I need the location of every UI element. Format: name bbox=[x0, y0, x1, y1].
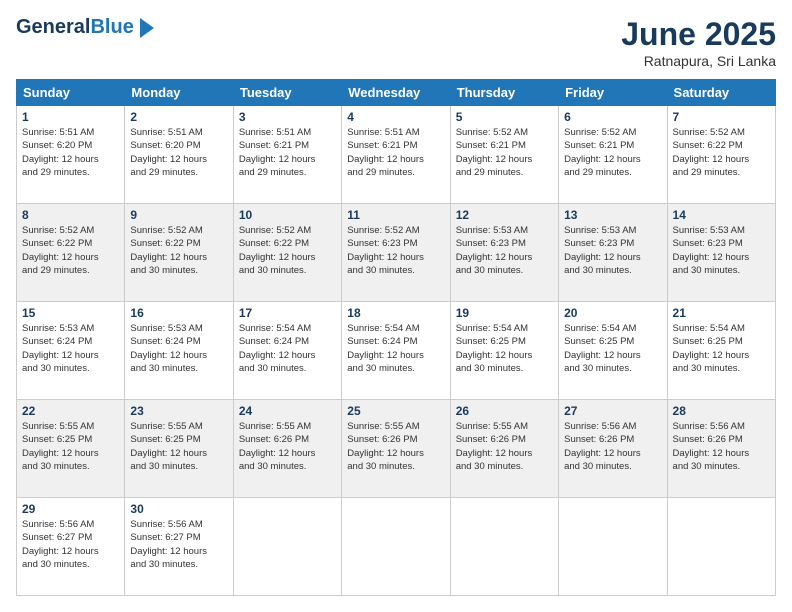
header-sunday: Sunday bbox=[17, 80, 125, 106]
week-row-1: 1 Sunrise: 5:51 AMSunset: 6:20 PMDayligh… bbox=[17, 106, 776, 204]
week-row-3: 15 Sunrise: 5:53 AMSunset: 6:24 PMDaylig… bbox=[17, 302, 776, 400]
day-3: 3 Sunrise: 5:51 AMSunset: 6:21 PMDayligh… bbox=[233, 106, 341, 204]
day-23: 23 Sunrise: 5:55 AMSunset: 6:25 PMDaylig… bbox=[125, 400, 233, 498]
day-25: 25 Sunrise: 5:55 AMSunset: 6:26 PMDaylig… bbox=[342, 400, 450, 498]
header-friday: Friday bbox=[559, 80, 667, 106]
day-22: 22 Sunrise: 5:55 AMSunset: 6:25 PMDaylig… bbox=[17, 400, 125, 498]
empty-cell-2 bbox=[342, 498, 450, 596]
day-28: 28 Sunrise: 5:56 AMSunset: 6:26 PMDaylig… bbox=[667, 400, 775, 498]
day-11: 11 Sunrise: 5:52 AMSunset: 6:23 PMDaylig… bbox=[342, 204, 450, 302]
day-10: 10 Sunrise: 5:52 AMSunset: 6:22 PMDaylig… bbox=[233, 204, 341, 302]
empty-cell-1 bbox=[233, 498, 341, 596]
empty-cell-5 bbox=[667, 498, 775, 596]
day-2: 2 Sunrise: 5:51 AMSunset: 6:20 PMDayligh… bbox=[125, 106, 233, 204]
logo-arrow-icon bbox=[140, 18, 154, 38]
logo: GeneralBlue bbox=[16, 16, 154, 39]
day-19: 19 Sunrise: 5:54 AMSunset: 6:25 PMDaylig… bbox=[450, 302, 558, 400]
calendar-table: Sunday Monday Tuesday Wednesday Thursday… bbox=[16, 79, 776, 596]
header-tuesday: Tuesday bbox=[233, 80, 341, 106]
location: Ratnapura, Sri Lanka bbox=[621, 53, 776, 69]
day-17: 17 Sunrise: 5:54 AMSunset: 6:24 PMDaylig… bbox=[233, 302, 341, 400]
day-5: 5 Sunrise: 5:52 AMSunset: 6:21 PMDayligh… bbox=[450, 106, 558, 204]
day-29: 29 Sunrise: 5:56 AMSunset: 6:27 PMDaylig… bbox=[17, 498, 125, 596]
logo-blue: Blue bbox=[90, 16, 133, 38]
month-title: June 2025 bbox=[621, 16, 776, 53]
day-21: 21 Sunrise: 5:54 AMSunset: 6:25 PMDaylig… bbox=[667, 302, 775, 400]
empty-cell-4 bbox=[559, 498, 667, 596]
header-wednesday: Wednesday bbox=[342, 80, 450, 106]
day-4: 4 Sunrise: 5:51 AMSunset: 6:21 PMDayligh… bbox=[342, 106, 450, 204]
title-block: June 2025 Ratnapura, Sri Lanka bbox=[621, 16, 776, 69]
day-15: 15 Sunrise: 5:53 AMSunset: 6:24 PMDaylig… bbox=[17, 302, 125, 400]
day-24: 24 Sunrise: 5:55 AMSunset: 6:26 PMDaylig… bbox=[233, 400, 341, 498]
week-row-4: 22 Sunrise: 5:55 AMSunset: 6:25 PMDaylig… bbox=[17, 400, 776, 498]
logo-general: General bbox=[16, 16, 90, 38]
empty-cell-3 bbox=[450, 498, 558, 596]
day-12: 12 Sunrise: 5:53 AMSunset: 6:23 PMDaylig… bbox=[450, 204, 558, 302]
day-1: 1 Sunrise: 5:51 AMSunset: 6:20 PMDayligh… bbox=[17, 106, 125, 204]
day-7: 7 Sunrise: 5:52 AMSunset: 6:22 PMDayligh… bbox=[667, 106, 775, 204]
header: GeneralBlue June 2025 Ratnapura, Sri Lan… bbox=[16, 16, 776, 69]
day-8: 8 Sunrise: 5:52 AMSunset: 6:22 PMDayligh… bbox=[17, 204, 125, 302]
day-18: 18 Sunrise: 5:54 AMSunset: 6:24 PMDaylig… bbox=[342, 302, 450, 400]
day-9: 9 Sunrise: 5:52 AMSunset: 6:22 PMDayligh… bbox=[125, 204, 233, 302]
day-13: 13 Sunrise: 5:53 AMSunset: 6:23 PMDaylig… bbox=[559, 204, 667, 302]
day-6: 6 Sunrise: 5:52 AMSunset: 6:21 PMDayligh… bbox=[559, 106, 667, 204]
header-saturday: Saturday bbox=[667, 80, 775, 106]
week-row-2: 8 Sunrise: 5:52 AMSunset: 6:22 PMDayligh… bbox=[17, 204, 776, 302]
weekday-header-row: Sunday Monday Tuesday Wednesday Thursday… bbox=[17, 80, 776, 106]
week-row-5: 29 Sunrise: 5:56 AMSunset: 6:27 PMDaylig… bbox=[17, 498, 776, 596]
day-20: 20 Sunrise: 5:54 AMSunset: 6:25 PMDaylig… bbox=[559, 302, 667, 400]
day-16: 16 Sunrise: 5:53 AMSunset: 6:24 PMDaylig… bbox=[125, 302, 233, 400]
logo-text: GeneralBlue bbox=[16, 16, 134, 39]
day-27: 27 Sunrise: 5:56 AMSunset: 6:26 PMDaylig… bbox=[559, 400, 667, 498]
day-30: 30 Sunrise: 5:56 AMSunset: 6:27 PMDaylig… bbox=[125, 498, 233, 596]
day-14: 14 Sunrise: 5:53 AMSunset: 6:23 PMDaylig… bbox=[667, 204, 775, 302]
header-monday: Monday bbox=[125, 80, 233, 106]
page: GeneralBlue June 2025 Ratnapura, Sri Lan… bbox=[0, 0, 792, 612]
header-thursday: Thursday bbox=[450, 80, 558, 106]
day-26: 26 Sunrise: 5:55 AMSunset: 6:26 PMDaylig… bbox=[450, 400, 558, 498]
